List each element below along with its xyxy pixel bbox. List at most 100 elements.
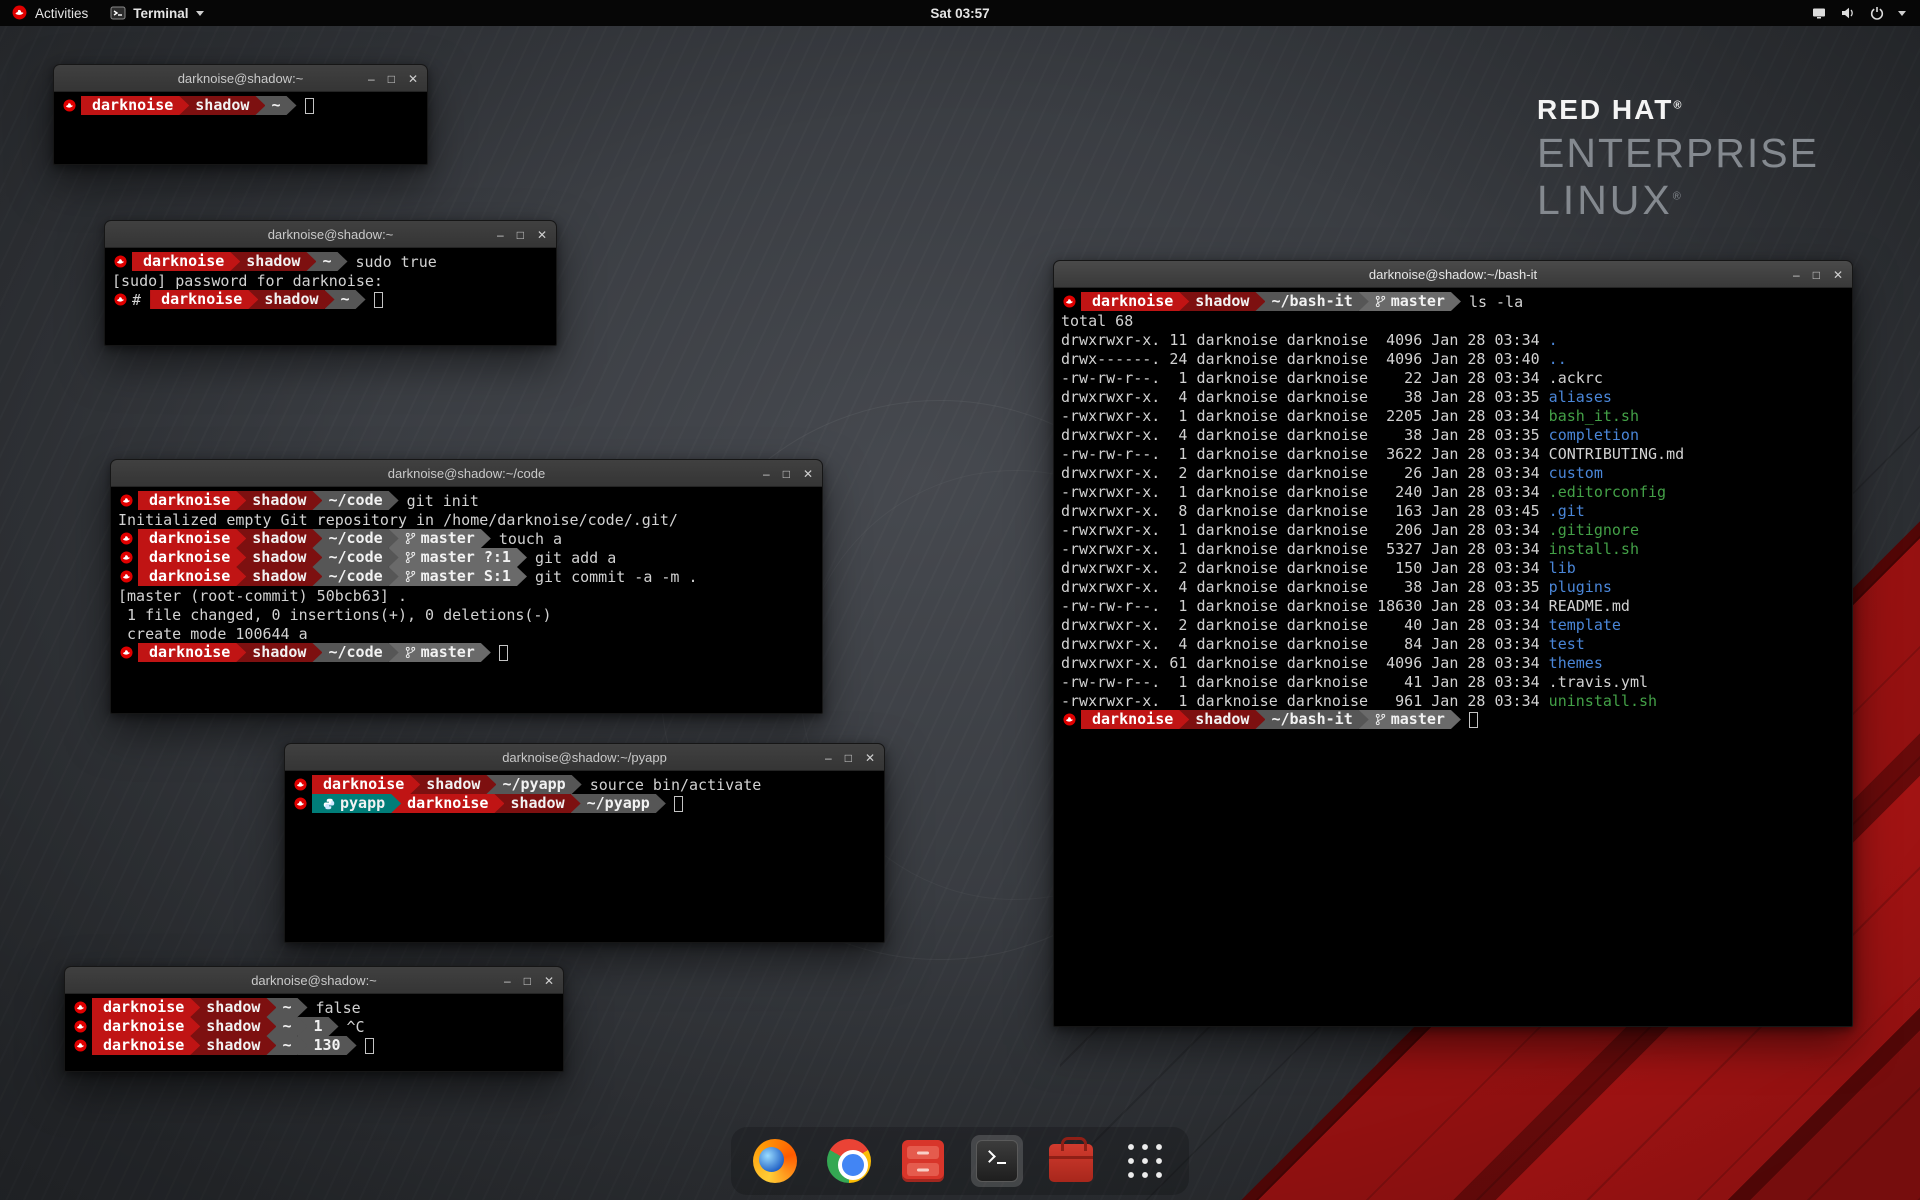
terminal-line: darknoiseshadow~false [72, 998, 556, 1017]
prompt-segment: ~/code [312, 643, 398, 662]
chevron-down-icon [196, 11, 204, 20]
terminal-line: Initialized empty Git repository in /hom… [118, 510, 815, 529]
files-icon[interactable] [897, 1135, 949, 1187]
terminal-output[interactable]: darknoiseshadow~/codegit initInitialized… [111, 487, 822, 712]
maximize-button[interactable]: □ [1813, 269, 1820, 281]
terminal-line: darknoiseshadow~ [61, 96, 420, 115]
terminal-line: darknoiseshadow~/bash-itmasterls -la [1061, 292, 1845, 311]
branch-icon [405, 532, 416, 545]
prompt-segment: shadow [230, 252, 316, 271]
terminal-output[interactable]: darknoiseshadow~falsedarknoiseshadow~1^C… [65, 994, 563, 1070]
redhat-icon [120, 532, 133, 545]
brand-line-redhat: RED HAT® [1537, 94, 1819, 126]
titlebar[interactable]: darknoise@shadow:~/pyapp – □ ✕ [285, 744, 884, 771]
prompt-segment: shadow [236, 567, 322, 586]
redhat-branding: RED HAT® ENTERPRISE LINUX® [1537, 94, 1819, 224]
prompt-segment: shadow [179, 96, 265, 115]
file-name: custom [1549, 464, 1603, 482]
terminal-line: drwxrwxr-x. 4 darknoise darknoise 84 Jan… [1061, 634, 1845, 653]
toolbox-icon[interactable] [1045, 1135, 1097, 1187]
close-button[interactable]: ✕ [544, 975, 554, 987]
terminal-window[interactable]: darknoise@shadow:~ – □ ✕ darknoiseshadow… [64, 966, 564, 1072]
terminal-line: -rw-rw-r--. 1 darknoise darknoise 18630 … [1061, 596, 1845, 615]
terminal-line: 1 file changed, 0 insertions(+), 0 delet… [118, 605, 815, 624]
terminal-line: darknoiseshadow~130 [72, 1036, 556, 1055]
top-bar: Activities Terminal Sat 03:57 [0, 0, 1920, 26]
prompt-segment: darknoise [138, 548, 246, 567]
terminal-output[interactable]: darknoiseshadow~/pyappsource bin/activat… [285, 771, 884, 941]
titlebar[interactable]: darknoise@shadow:~/code – □ ✕ [111, 460, 822, 487]
minimize-button[interactable]: – [497, 229, 504, 241]
minimize-button[interactable]: – [368, 73, 375, 85]
terminal-window[interactable]: darknoise@shadow:~/code – □ ✕ darknoises… [110, 459, 823, 714]
redhat-icon [120, 570, 133, 583]
minimize-button[interactable]: – [504, 975, 511, 987]
minimize-button[interactable]: – [1793, 269, 1800, 281]
file-name: plugins [1549, 578, 1612, 596]
titlebar[interactable]: darknoise@shadow:~ – □ ✕ [105, 221, 556, 248]
file-name: install.sh [1549, 540, 1639, 558]
close-button[interactable]: ✕ [803, 468, 813, 480]
terminal-dock-icon[interactable] [971, 1135, 1023, 1187]
terminal-line: -rw-rw-r--. 1 darknoise darknoise 22 Jan… [1061, 368, 1845, 387]
branch-icon [405, 646, 416, 659]
file-meta: -rwxrwxr-x. 1 darknoise darknoise 961 Ja… [1061, 692, 1549, 710]
file-meta: -rwxrwxr-x. 1 darknoise darknoise 2205 J… [1061, 407, 1549, 425]
output-text: create mode 100644 a [118, 625, 308, 643]
command-text: sudo true [356, 253, 437, 271]
terminal-line: darknoiseshadow~/codemaster ?:1git add a [118, 548, 815, 567]
terminal-window[interactable]: darknoise@shadow:~ – □ ✕ darknoiseshadow… [53, 64, 428, 165]
show-apps-icon[interactable] [1119, 1135, 1171, 1187]
file-meta: -rw-rw-r--. 1 darknoise darknoise 41 Jan… [1061, 673, 1549, 691]
titlebar[interactable]: darknoise@shadow:~ – □ ✕ [65, 967, 563, 994]
maximize-button[interactable]: □ [388, 73, 395, 85]
close-button[interactable]: ✕ [865, 752, 875, 764]
python-icon [323, 798, 335, 810]
terminal-line: darknoiseshadow~/codemaster S:1git commi… [118, 567, 815, 586]
maximize-button[interactable]: □ [845, 752, 852, 764]
terminal-window[interactable]: darknoise@shadow:~/bash-it – □ ✕ darknoi… [1053, 260, 1853, 1027]
window-title: darknoise@shadow:~/bash-it [1054, 267, 1852, 282]
terminal-output[interactable]: darknoiseshadow~ [54, 92, 427, 163]
branch-icon [405, 551, 416, 564]
firefox-icon[interactable] [749, 1135, 801, 1187]
file-meta: drwxrwxr-x. 2 darknoise darknoise 150 Ja… [1061, 559, 1549, 577]
close-button[interactable]: ✕ [408, 73, 418, 85]
file-name: bash_it.sh [1549, 407, 1639, 425]
output-text: Initialized empty Git repository in /hom… [118, 511, 678, 529]
minimize-button[interactable]: – [763, 468, 770, 480]
terminal-line: darknoiseshadow~1^C [72, 1017, 556, 1036]
chrome-icon[interactable] [823, 1135, 875, 1187]
terminal-window[interactable]: darknoise@shadow:~/pyapp – □ ✕ darknoise… [284, 743, 885, 943]
terminal-line: darknoiseshadow~/codegit init [118, 491, 815, 510]
close-button[interactable]: ✕ [537, 229, 547, 241]
maximize-button[interactable]: □ [517, 229, 524, 241]
maximize-button[interactable]: □ [783, 468, 790, 480]
titlebar[interactable]: darknoise@shadow:~ – □ ✕ [54, 65, 427, 92]
terminal-output[interactable]: darknoiseshadow~/bash-itmasterls -latota… [1054, 288, 1852, 1025]
terminal-window[interactable]: darknoise@shadow:~ – □ ✕ darknoiseshadow… [104, 220, 557, 346]
system-tray[interactable] [1797, 0, 1920, 26]
prompt-segment: darknoise [138, 491, 246, 510]
maximize-button[interactable]: □ [524, 975, 531, 987]
app-menu[interactable]: Terminal [100, 0, 213, 26]
redhat-icon [114, 255, 127, 268]
terminal-app-icon [110, 5, 126, 21]
file-name: themes [1549, 654, 1603, 672]
clock[interactable]: Sat 03:57 [930, 6, 989, 21]
close-button[interactable]: ✕ [1833, 269, 1843, 281]
terminal-output[interactable]: darknoiseshadow~sudo true[sudo] password… [105, 248, 556, 344]
terminal-line: drwxrwxr-x. 2 darknoise darknoise 40 Jan… [1061, 615, 1845, 634]
minimize-button[interactable]: – [825, 752, 832, 764]
titlebar[interactable]: darknoise@shadow:~/bash-it – □ ✕ [1054, 261, 1852, 288]
prompt-segment: pyapp [312, 794, 401, 813]
redhat-icon [294, 778, 307, 791]
power-icon [1869, 5, 1885, 21]
file-meta: drwxrwxr-x. 4 darknoise darknoise 84 Jan… [1061, 635, 1549, 653]
terminal-cursor [674, 796, 683, 812]
file-name: lib [1549, 559, 1576, 577]
command-text: ^C [347, 1018, 365, 1036]
activities-button[interactable]: Activities [0, 0, 100, 26]
prompt-segment: shadow [190, 1036, 276, 1055]
file-name: .git [1549, 502, 1585, 520]
